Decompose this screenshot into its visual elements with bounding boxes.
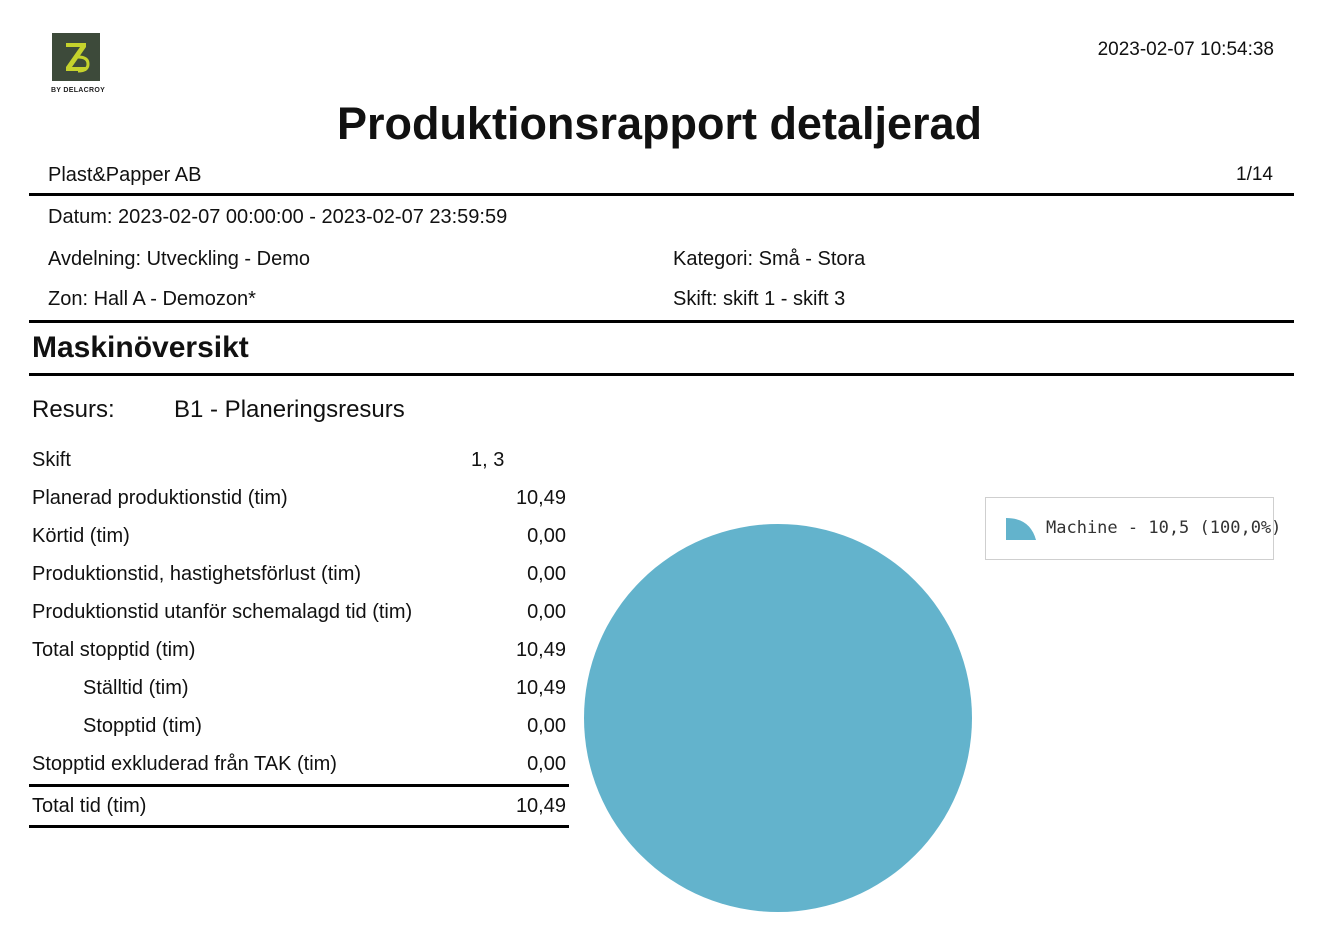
company-logo (52, 33, 100, 81)
stat-row-utanfor-schema: Produktionstid utanför schemalagd tid (t… (32, 601, 568, 639)
stat-label: Produktionstid utanför schemalagd tid (t… (32, 601, 413, 623)
report-timestamp: 2023-02-07 10:54:38 (1097, 39, 1274, 60)
section-divider (29, 373, 1294, 376)
legend-entry-machine: Machine - 10,5 (100,0%) (1046, 518, 1282, 538)
stat-row-kortid: Körtid (tim) 0,00 (32, 525, 568, 563)
company-name: Plast&Papper AB (48, 164, 202, 186)
stat-value: 0,00 (527, 525, 566, 547)
stat-row-planerad-produktionstid: Planerad produktionstid (tim) 10,49 (32, 487, 568, 525)
stat-value: 10,49 (515, 487, 566, 509)
stat-label: Körtid (tim) (32, 525, 130, 547)
stat-value: 10,49 (515, 639, 566, 661)
pie-slice-machine (584, 524, 972, 912)
filter-zon: Zon: Hall A - Demozon* (48, 288, 256, 310)
stat-value: 0,00 (527, 601, 566, 623)
stat-row-skift: Skift 1, 3 (32, 449, 568, 487)
filter-datum: Datum: 2023-02-07 00:00:00 - 2023-02-07 … (48, 206, 508, 228)
resource-label: Resurs: (32, 396, 115, 423)
stat-label: Stopptid exkluderad från TAK (tim) (32, 753, 337, 775)
page-number: 1/14 (1236, 164, 1273, 185)
stat-value: 1, 3 (471, 449, 505, 471)
logo-mark-icon (52, 33, 100, 81)
pie-chart (584, 524, 972, 912)
stat-label: Skift (32, 449, 71, 471)
stat-value: 0,00 (527, 715, 566, 737)
stat-row-stalltid: Ställtid (tim) 10,49 (32, 677, 568, 715)
logo-caption: BY DELACROY (50, 87, 106, 94)
stat-label: Produktionstid, hastighetsförlust (tim) (32, 563, 362, 585)
stat-value: 0,00 (527, 753, 566, 775)
stat-label: Ställtid (tim) (83, 677, 189, 699)
total-divider-top (29, 784, 569, 787)
stat-label: Planerad produktionstid (tim) (32, 487, 288, 509)
stat-label: Total stopptid (tim) (32, 639, 196, 661)
header-divider (29, 193, 1294, 196)
filters-divider (29, 320, 1294, 323)
stat-label: Total tid (tim) (32, 795, 147, 817)
stat-row-total-stopptid: Total stopptid (tim) 10,49 (32, 639, 568, 677)
chart-legend: Machine - 10,5 (100,0%) (985, 497, 1281, 560)
section-title: Maskinöversikt (32, 331, 249, 364)
stat-row-stopptid: Stopptid (tim) 0,00 (32, 715, 568, 753)
stat-value: 0,00 (527, 563, 566, 585)
resource-value: B1 - Planeringsresurs (174, 396, 405, 423)
stat-value: 10,49 (515, 677, 566, 699)
report-title: Produktionsrapport detaljerad (336, 98, 983, 149)
stat-row-hastighetsforlust: Produktionstid, hastighetsförlust (tim) … (32, 563, 568, 601)
total-divider-bottom (29, 825, 569, 828)
legend-swatch-icon (1006, 518, 1036, 540)
filter-avdelning: Avdelning: Utveckling - Demo (48, 248, 310, 270)
stat-label: Stopptid (tim) (83, 715, 202, 737)
stat-value: 10,49 (515, 795, 566, 817)
filter-skift: Skift: skift 1 - skift 3 (673, 288, 846, 310)
filter-kategori: Kategori: Små - Stora (673, 248, 866, 270)
